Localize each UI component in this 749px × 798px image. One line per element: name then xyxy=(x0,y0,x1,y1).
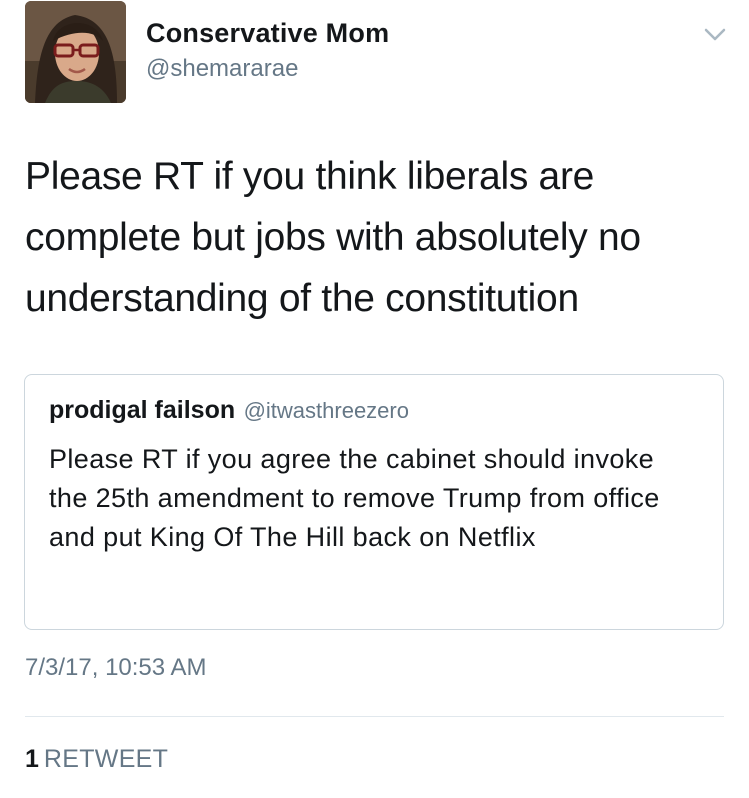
retweet-stats[interactable]: 1 RETWEET xyxy=(25,745,168,774)
avatar[interactable] xyxy=(25,1,126,103)
tweet-timestamp: 7/3/17, 10:53 AM xyxy=(25,654,207,681)
author-handle[interactable]: @shemararae xyxy=(146,55,298,83)
retweet-count: 1 xyxy=(25,745,39,773)
tweet: Conservative Mom @shemararae Please RT i… xyxy=(0,0,749,798)
quoted-tweet[interactable]: prodigal failson @itwasthreezero Please … xyxy=(24,374,724,630)
quoted-author-handle: @itwasthreezero xyxy=(243,398,409,423)
quoted-tweet-text: Please RT if you agree the cabinet shoul… xyxy=(49,444,660,552)
tweet-text: Please RT if you think liberals are comp… xyxy=(25,155,641,320)
quoted-author-name: prodigal failson xyxy=(49,396,236,424)
retweet-label: RETWEET xyxy=(43,745,169,773)
divider xyxy=(25,716,724,717)
chevron-down-icon[interactable] xyxy=(700,22,730,46)
quoted-tweet-header: prodigal failson @itwasthreezero xyxy=(49,396,409,425)
author-name[interactable]: Conservative Mom xyxy=(146,18,389,49)
